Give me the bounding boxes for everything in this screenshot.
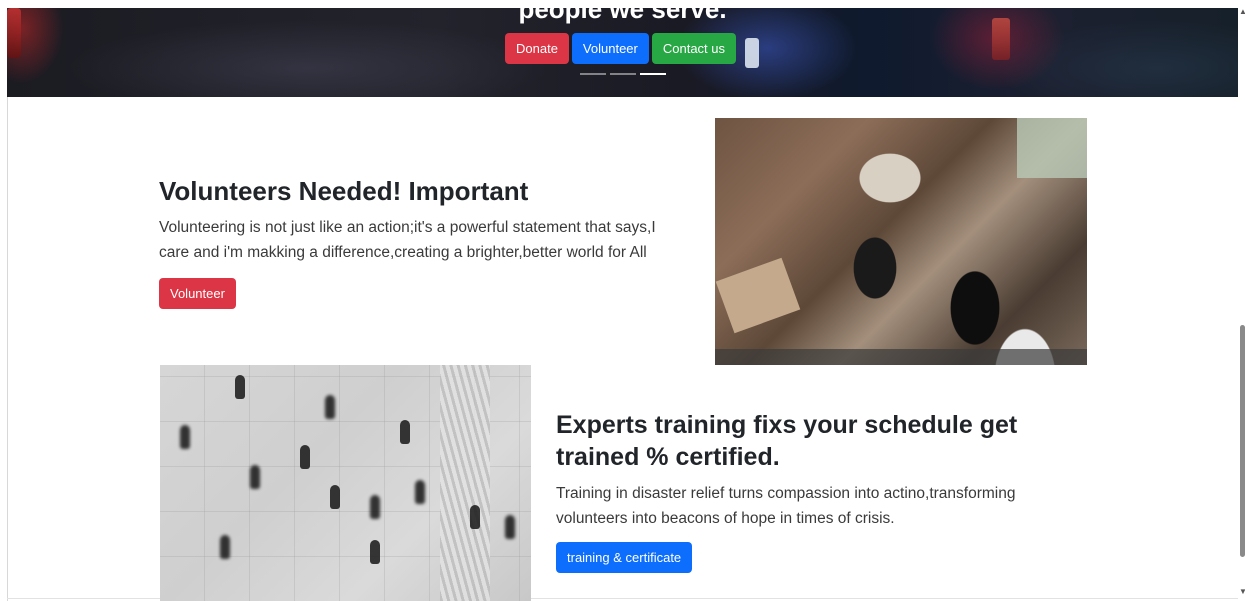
photo-person: [250, 465, 260, 489]
carousel-indicator-3[interactable]: [640, 73, 666, 75]
photo-detail: [440, 365, 490, 601]
training-heading: Experts training fixs your schedule get …: [556, 411, 1018, 471]
carousel-indicators: [580, 73, 666, 75]
volunteer-button[interactable]: Volunteer: [159, 278, 236, 309]
photo-person: [235, 375, 245, 399]
hero-image-light: [745, 38, 759, 68]
hero-button-group: Donate Volunteer Contact us: [505, 33, 737, 64]
photo-person: [180, 425, 190, 449]
hero-volunteer-button[interactable]: Volunteer: [571, 33, 649, 64]
photo-person: [505, 515, 515, 539]
photo-person: [220, 535, 230, 559]
contact-us-button[interactable]: Contact us: [651, 33, 737, 64]
volunteers-heading: Volunteers Needed! Important: [159, 176, 529, 206]
photo-person: [330, 485, 340, 509]
hero-heading: people we serve.: [518, 8, 727, 24]
photo-person: [415, 480, 425, 504]
volunteers-description: Volunteering is not just like an action;…: [159, 219, 656, 261]
training-description: Training in disaster relief turns compas…: [556, 485, 1016, 527]
photo-person: [300, 445, 310, 469]
scrollbar-thumb[interactable]: [1240, 325, 1245, 557]
hero-carousel: people we serve. Donate Volunteer Contac…: [7, 8, 1238, 97]
page-frame-left: [7, 97, 8, 601]
photo-detail: [715, 349, 1087, 365]
chevron-down-icon[interactable]: ▼: [1239, 588, 1245, 596]
training-certificate-button[interactable]: training & certificate: [556, 542, 693, 573]
photo-person: [370, 540, 380, 564]
carousel-indicator-1[interactable]: [580, 73, 606, 75]
photo-detail: [1017, 118, 1087, 178]
photo-person: [325, 395, 335, 419]
photo-person: [400, 420, 410, 444]
chevron-up-icon[interactable]: ▲: [1239, 8, 1245, 16]
crowd-photo: [160, 365, 531, 601]
donate-button[interactable]: Donate: [505, 33, 569, 64]
photo-detail: [715, 257, 801, 334]
photo-person: [470, 505, 480, 529]
photo-person: [370, 495, 380, 519]
carousel-indicator-2[interactable]: [610, 73, 636, 75]
volunteers-photo: [715, 118, 1087, 365]
